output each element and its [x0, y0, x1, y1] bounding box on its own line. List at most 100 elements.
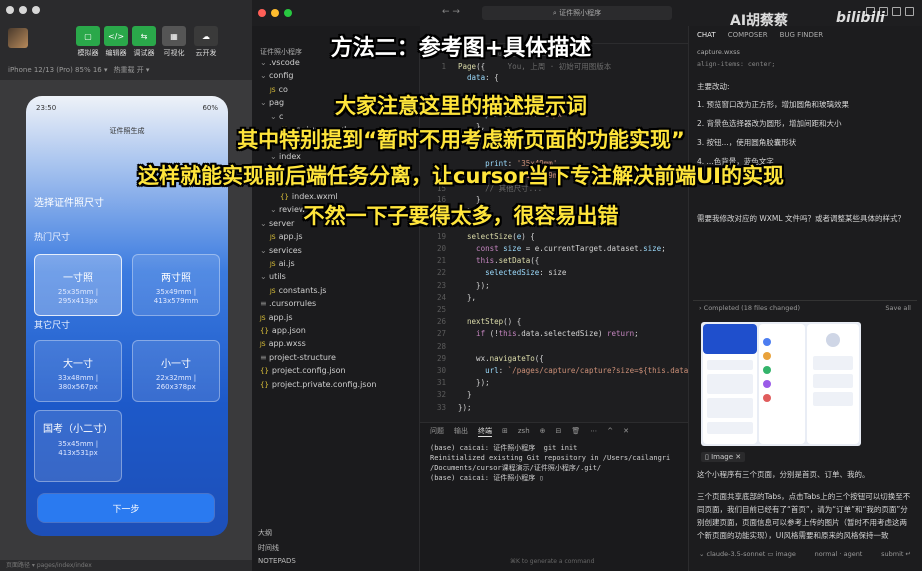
- size-card[interactable]: 大一寸 33x48mm | 380x567px: [34, 340, 122, 402]
- code-line: 30 url: `/pages/capture/capture?size=${t…: [420, 366, 688, 377]
- size-card-px: 380x567px: [58, 382, 98, 391]
- line-number: 28: [436, 341, 446, 351]
- js-file-icon: JS: [270, 234, 276, 242]
- minimize-window-button[interactable]: [271, 9, 279, 17]
- js-file-icon: JS: [270, 287, 276, 295]
- terminal-output-line: (base) caicai: 证件照小程序 git init: [430, 444, 578, 452]
- save-all-button[interactable]: Save all: [885, 304, 911, 312]
- overlay-title: 方法二：参考图+具体描述: [330, 36, 592, 61]
- device-select[interactable]: iPhone 12/13 (Pro) 85% 16 ▾: [8, 66, 107, 74]
- terminal-tabs: 问题 输出 终端 ⊞ zsh ⊕ ⊟ 🗑 ⋯ ^ ✕: [420, 423, 688, 439]
- folder-item[interactable]: ⌄ utils: [252, 272, 286, 281]
- js-file-icon: JS: [270, 261, 276, 268]
- file-item[interactable]: JS app.js: [252, 232, 303, 241]
- code-line: 31 });: [420, 378, 688, 389]
- next-step-button[interactable]: 下一步: [38, 494, 214, 522]
- terminal-tab[interactable]: ⊟: [556, 427, 562, 435]
- file-item[interactable]: {} project.config.json: [252, 366, 346, 375]
- terminal-tab[interactable]: ⊕: [540, 427, 546, 435]
- completed-files-toggle[interactable]: › Completed (18 files changed): [699, 304, 800, 312]
- line-number: 26: [436, 317, 446, 327]
- terminal-tab[interactable]: ⊞: [502, 427, 508, 435]
- terminal-tab[interactable]: 问题: [430, 426, 444, 436]
- chat-input-footer: ⌄ claude-3.5-sonnet ▭ image normal · age…: [693, 547, 917, 561]
- command-search[interactable]: ⌕ 证件照小程序: [482, 6, 672, 20]
- tree-item-label: app.wxss: [268, 339, 306, 349]
- terminal-tab[interactable]: zsh: [518, 427, 530, 435]
- file-item[interactable]: ≡ project-structure: [252, 353, 336, 362]
- folder-item[interactable]: ⌄ config: [252, 71, 293, 80]
- code-token: return: [607, 329, 635, 339]
- line-number: 25: [436, 305, 446, 314]
- line-number: 24: [436, 292, 446, 302]
- nav-arrows-icon[interactable]: ← →: [442, 7, 460, 17]
- js-file-icon: JS: [260, 341, 266, 349]
- size-card-mm: 35x49mm |: [155, 288, 197, 296]
- code-token: nextStep: [458, 317, 504, 327]
- image-attachment-chip[interactable]: ▯ Image ✕: [701, 452, 746, 462]
- size-card-name: 两寸照: [161, 273, 191, 284]
- minimize-window-button[interactable]: [19, 6, 27, 14]
- file-item[interactable]: {} project.private.config.json: [252, 380, 376, 389]
- code-token: setData: [498, 256, 531, 266]
- tree-item-label: project.private.config.json: [271, 379, 377, 389]
- hot-reload-select[interactable]: 热重载 开 ▾: [113, 65, 149, 75]
- size-card[interactable]: 两寸照 35x49mm | 413x579mm: [132, 254, 220, 316]
- terminal-tab[interactable]: ✕: [623, 427, 629, 435]
- code-token: : {: [485, 73, 499, 83]
- code-token: : size: [539, 268, 567, 278]
- code-token: ({: [534, 353, 544, 363]
- code-token: }: [458, 390, 472, 400]
- code-token: You, 上周 · 初始可用图版本: [485, 62, 612, 71]
- mode-select[interactable]: normal · agent: [815, 550, 863, 558]
- size-card[interactable]: 国考（小二寸） 35x45mm | 413x531px: [34, 410, 122, 482]
- timeline-panel[interactable]: 时间线: [258, 543, 279, 553]
- code-token: :: [498, 366, 508, 375]
- text-file-icon: ≡: [260, 299, 267, 309]
- code-line: 28: [420, 342, 688, 353]
- code-token: size: [643, 244, 662, 253]
- file-item[interactable]: JS constants.js: [252, 286, 326, 295]
- reference-image-thumbnail[interactable]: [701, 322, 861, 446]
- code-token: selectSize: [458, 231, 513, 241]
- close-window-button[interactable]: [258, 9, 266, 17]
- line-number: 33: [436, 402, 446, 412]
- tree-item-label: services: [269, 245, 302, 255]
- size-card[interactable]: 一寸照 25x35mm | 295x413px: [34, 254, 122, 316]
- terminal-tab[interactable]: ⋯: [590, 427, 597, 435]
- tree-item-label: project.config.json: [271, 366, 346, 376]
- prompt-text-1[interactable]: 这个小程序有三个页面，分别是首页、订单、我的。: [697, 468, 911, 481]
- code-line: 25: [420, 305, 688, 316]
- terminal-output-line: /Documents/cursor课程演示/证件照小程序/.git/: [430, 464, 602, 472]
- size-card-name: 国考（小二寸）: [43, 424, 113, 435]
- code-line: 26 nextStep() {: [420, 317, 688, 328]
- outline-panel[interactable]: 大纲: [258, 528, 272, 538]
- submit-button[interactable]: submit ↵: [881, 550, 911, 558]
- code-token: data: [458, 73, 486, 83]
- file-item[interactable]: {} app.json: [252, 326, 306, 335]
- code-token: ;: [661, 244, 666, 253]
- code-token: this: [498, 329, 517, 339]
- code-token: = e.currentTarget.dataset.: [521, 244, 644, 253]
- file-item[interactable]: ≡ .cursorrules: [252, 299, 316, 308]
- close-window-button[interactable]: [6, 6, 14, 14]
- tree-item-label: utils: [269, 272, 286, 282]
- size-card[interactable]: 小一寸 22x32mm | 260x378px: [132, 340, 220, 402]
- terminal-tab[interactable]: 终端: [478, 426, 492, 437]
- code-line: 22 selectedSize: size: [420, 268, 688, 279]
- terminal-tab[interactable]: 🗑: [571, 427, 580, 435]
- model-select[interactable]: ⌄ claude-3.5-sonnet ▭ image: [699, 550, 796, 558]
- terminal-tab[interactable]: ^: [607, 427, 613, 435]
- file-item[interactable]: JS app.wxss: [252, 339, 306, 348]
- folder-item[interactable]: ⌄ services: [252, 246, 302, 255]
- maximize-window-button[interactable]: [284, 9, 292, 17]
- file-item[interactable]: JS ai.js: [252, 259, 295, 268]
- terminal-tab[interactable]: 输出: [454, 426, 468, 436]
- prompt-text-2[interactable]: 三个页面共享底部的Tabs，点击Tabs上的三个按钮可以切换至不同页面，我们目前…: [697, 490, 911, 542]
- maximize-window-button[interactable]: [32, 6, 40, 14]
- line-number: 21: [436, 256, 446, 266]
- notepads-panel[interactable]: NOTEPADS: [258, 557, 296, 565]
- code-token: this: [458, 256, 495, 266]
- other-sizes-label: 其它尺寸: [34, 321, 71, 331]
- file-item[interactable]: JS app.js: [252, 313, 293, 322]
